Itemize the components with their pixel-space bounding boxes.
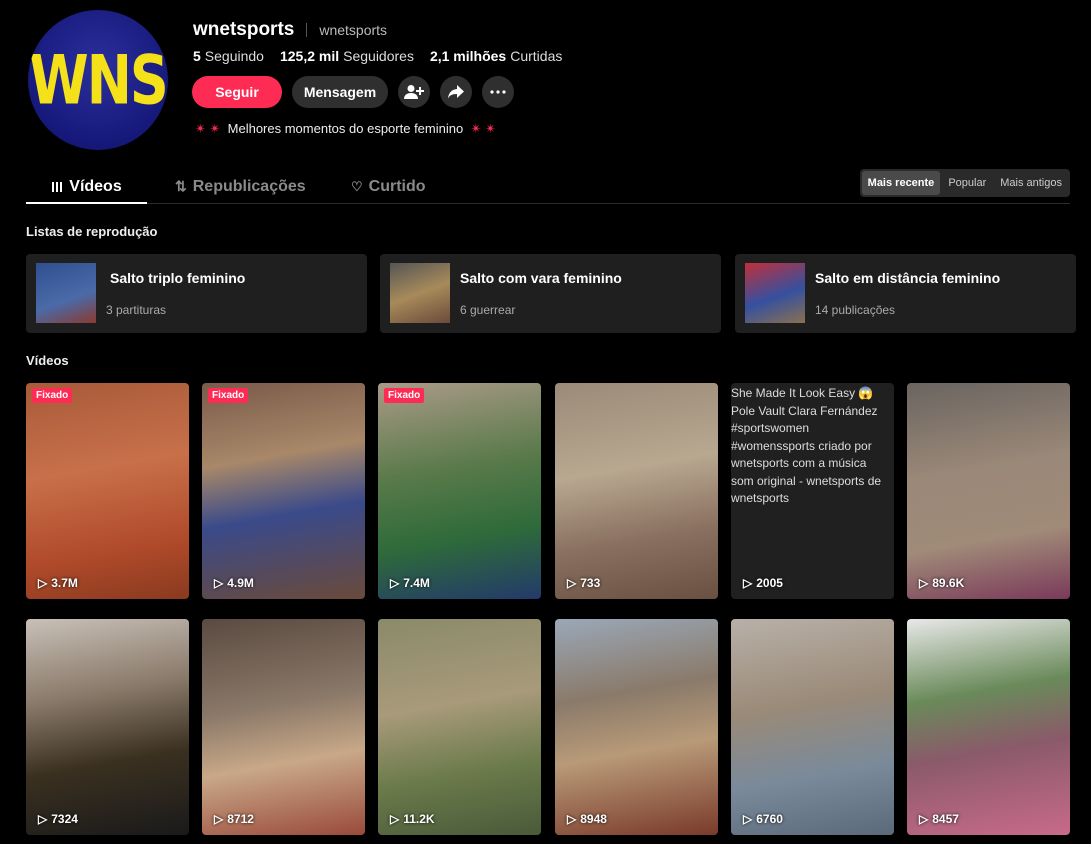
video-card[interactable]: She Made It Look Easy 😱 Pole Vault Clara… [731, 383, 894, 599]
view-count: ▷ 2005 [743, 576, 783, 590]
sparkle-icon: ✴ ✴ [470, 121, 496, 136]
video-card[interactable]: ▷ 89.6K [907, 383, 1070, 599]
playlist-card[interactable]: Salto com vara feminino 6 guerrear [380, 254, 721, 333]
play-icon: ▷ [38, 576, 48, 590]
view-count: ▷ 4.9M [214, 576, 254, 590]
video-card[interactable]: ▷ 7324 [26, 619, 189, 835]
playlist-thumbnail [36, 263, 96, 323]
play-icon: ▷ [390, 576, 400, 590]
sort-popular-button[interactable]: Popular [942, 171, 992, 195]
sort-oldest-button[interactable]: Mais antigos [994, 171, 1068, 195]
add-friend-icon[interactable] [398, 76, 430, 108]
play-icon: ▷ [743, 812, 753, 826]
video-card[interactable]: ▷ 8712 [202, 619, 365, 835]
message-button[interactable]: Mensagem [292, 76, 388, 108]
sparkle-icon: ✴ ✴ [195, 121, 221, 136]
view-count: ▷ 733 [567, 576, 601, 590]
view-count: ▷ 7.4M [390, 576, 430, 590]
video-card[interactable]: ▷ 11.2K [378, 619, 541, 835]
tab-label: Republicações [192, 177, 306, 195]
tab-label: Vídeos [69, 177, 122, 195]
repost-icon: ⇅ [175, 178, 187, 194]
video-card[interactable]: ▷ 733 [555, 383, 718, 599]
tab-reposts[interactable]: ⇅ Republicações [175, 170, 306, 203]
followers-stat[interactable]: 125,2 mil Seguidores [280, 48, 414, 64]
tab-liked[interactable]: ♡ Curtido [351, 170, 426, 203]
playlist-thumbnail [390, 263, 450, 323]
play-icon: ▷ [214, 812, 224, 826]
likes-stat: 2,1 milhões Curtidas [429, 48, 563, 64]
play-icon: ▷ [214, 576, 224, 590]
playlist-count: 6 guerrear [460, 303, 516, 317]
videos-heading: Vídeos [26, 353, 69, 368]
view-count: ▷ 7324 [38, 812, 78, 826]
tab-label: Curtido [368, 177, 426, 195]
playlist-title: Salto em distância feminino [815, 270, 1001, 286]
pinned-badge: Fixado [32, 388, 73, 403]
video-card[interactable]: Fixado ▷ 4.9M [202, 383, 365, 599]
video-card[interactable]: ▷ 8457 [907, 619, 1070, 835]
video-thumbnail-alt-text: She Made It Look Easy 😱 Pole Vault Clara… [731, 386, 882, 505]
playlist-thumbnail [745, 263, 805, 323]
playlist-title: Salto com vara feminino [460, 270, 622, 286]
grid-icon [52, 181, 63, 192]
playlist-count: 14 publicações [815, 303, 896, 317]
play-icon: ▷ [567, 812, 577, 826]
profile-bio: ✴ ✴ Melhores momentos do esporte feminin… [195, 121, 496, 136]
view-count: ▷ 89.6K [919, 576, 965, 590]
profile-avatar[interactable]: WNS [28, 10, 168, 150]
play-icon: ▷ [38, 812, 48, 826]
view-count: ▷ 8457 [919, 812, 959, 826]
playlist-title: Salto triplo feminino [110, 270, 246, 286]
playlist-count: 3 partituras [106, 303, 167, 317]
play-icon: ▷ [390, 812, 400, 826]
view-count: ▷ 8948 [567, 812, 607, 826]
video-card[interactable]: Fixado ▷ 7.4M [378, 383, 541, 599]
play-icon: ▷ [919, 812, 929, 826]
video-card[interactable]: ▷ 6760 [731, 619, 894, 835]
more-options-icon[interactable] [482, 76, 514, 108]
avatar-logo-text: WNS [29, 40, 168, 120]
sort-latest-button[interactable]: Mais recente [861, 171, 941, 195]
view-count: ▷ 6760 [743, 812, 783, 826]
following-stat[interactable]: 5 Seguindo [193, 48, 264, 64]
profile-nickname: wnetsports [319, 22, 388, 38]
playlist-card[interactable]: Salto em distância feminino 14 publicaçõ… [735, 254, 1076, 333]
pinned-badge: Fixado [384, 388, 425, 403]
tab-videos[interactable]: Vídeos [26, 170, 147, 204]
playlist-card[interactable]: Salto triplo feminino 3 partituras [26, 254, 367, 333]
view-count: ▷ 11.2K [390, 812, 435, 826]
play-icon: ▷ [743, 576, 753, 590]
play-icon: ▷ [567, 576, 577, 590]
profile-actions: Seguir Mensagem [192, 76, 514, 108]
divider [306, 23, 308, 37]
sort-toggle: Mais recente Popular Mais antigos [859, 169, 1070, 197]
follow-button[interactable]: Seguir [192, 76, 282, 108]
profile-stats: 5 Seguindo 125,2 mil Seguidores 2,1 milhõe… [193, 48, 562, 64]
heart-icon: ♡ [351, 178, 363, 194]
pinned-badge: Fixado [208, 388, 249, 403]
profile-name-row: wnetsports wnetsports [193, 19, 387, 41]
view-count: ▷ 8712 [214, 812, 254, 826]
playlists-heading: Listas de reprodução [26, 224, 158, 239]
profile-name: wnetsports [193, 19, 295, 40]
share-icon[interactable] [440, 76, 472, 108]
video-card[interactable]: ▷ 8948 [555, 619, 718, 835]
play-icon: ▷ [919, 576, 929, 590]
video-card[interactable]: Fixado ▷ 3.7M [26, 383, 189, 599]
view-count: ▷ 3.7M [38, 576, 78, 590]
